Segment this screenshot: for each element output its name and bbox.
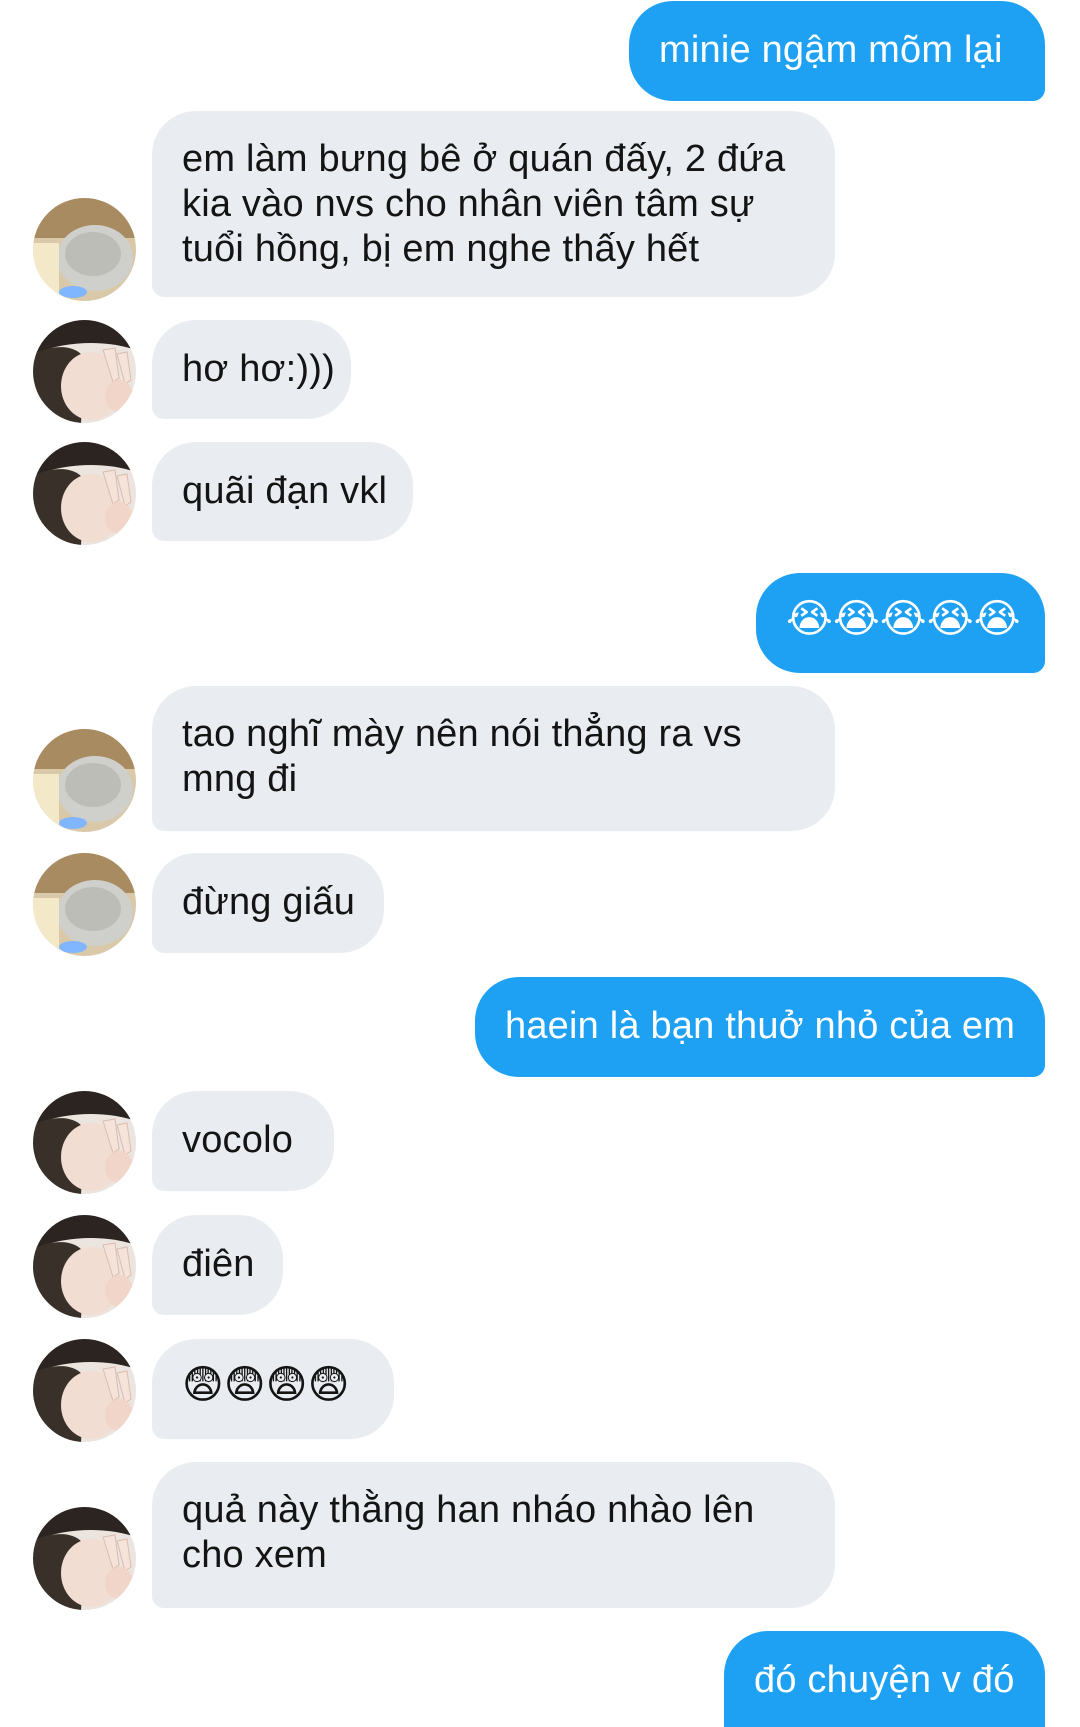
message-text: điên <box>182 1243 255 1285</box>
incoming-message[interactable]: quả này thằng han nháo nhào lên cho xem <box>152 1462 835 1608</box>
message-text: đó chuyện v đó <box>754 1659 1015 1701</box>
outgoing-message[interactable]: đó chuyện v đó <box>724 1631 1045 1727</box>
message-text: đừng giấu <box>182 881 356 923</box>
incoming-message[interactable]: vocolo <box>152 1091 334 1191</box>
message-text: 😭😭😭😭😭 <box>786 597 1021 641</box>
peace-sign-avatar[interactable] <box>33 1339 136 1442</box>
message-text: minie ngậm mõm lại <box>659 29 1003 71</box>
incoming-message[interactable]: hơ hơ:))) <box>152 320 351 419</box>
outgoing-message[interactable]: minie ngậm mõm lại <box>629 1 1045 101</box>
message-text: tao nghĩ mày nên nói thẳng ra vs mng đi <box>182 713 742 800</box>
peace-sign-avatar[interactable] <box>33 1091 136 1194</box>
message-text: em làm bưng bê ở quán đấy, 2 đứa kia vào… <box>182 138 786 270</box>
incoming-message[interactable]: em làm bưng bê ở quán đấy, 2 đứa kia vào… <box>152 111 835 297</box>
outgoing-message[interactable]: haein là bạn thuở nhỏ của em <box>475 977 1045 1077</box>
incoming-message[interactable]: đừng giấu <box>152 853 384 953</box>
incoming-message[interactable]: tao nghĩ mày nên nói thẳng ra vs mng đi <box>152 686 835 831</box>
incoming-message[interactable]: điên <box>152 1215 283 1315</box>
message-text: 😨😨😨😨 <box>182 1363 350 1407</box>
message-text: quả này thằng han nháo nhào lên cho xem <box>182 1489 755 1576</box>
peace-sign-avatar[interactable] <box>33 1215 136 1318</box>
cat-avatar[interactable] <box>33 853 136 956</box>
cat-avatar[interactable] <box>33 729 136 832</box>
peace-sign-avatar[interactable] <box>33 320 136 423</box>
cat-avatar[interactable] <box>33 198 136 301</box>
peace-sign-avatar[interactable] <box>33 442 136 545</box>
peace-sign-avatar[interactable] <box>33 1507 136 1610</box>
message-text: quãi đạn vkl <box>182 470 388 512</box>
message-text: hơ hơ:))) <box>182 348 335 390</box>
incoming-message[interactable]: 😨😨😨😨 <box>152 1339 394 1439</box>
message-text: vocolo <box>182 1119 294 1161</box>
message-text: haein là bạn thuở nhỏ của em <box>505 1005 1016 1047</box>
outgoing-message[interactable]: 😭😭😭😭😭 <box>756 573 1045 673</box>
message-thread: minie ngậm mõm lại em làm bưng bê ở quán… <box>0 0 1080 1727</box>
incoming-message[interactable]: quãi đạn vkl <box>152 442 413 541</box>
